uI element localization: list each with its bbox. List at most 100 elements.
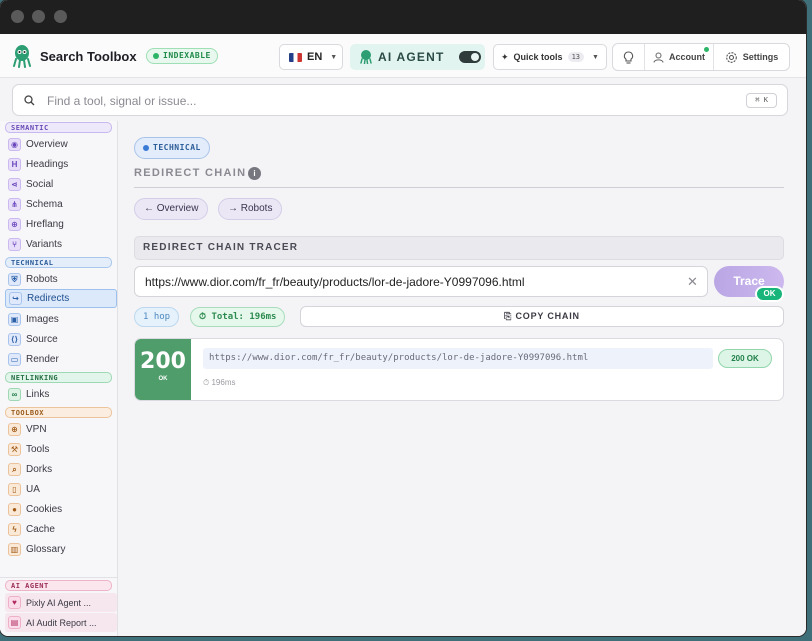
account-button[interactable]: Account xyxy=(645,44,714,70)
sidebar-item-label: Pixly AI Agent ... xyxy=(26,597,92,608)
sidebar-item-links[interactable]: ∞ Links xyxy=(5,385,117,404)
prev-overview-button[interactable]: ← Overview xyxy=(134,198,209,220)
octopus-logo-icon xyxy=(13,45,31,68)
octopus-icon xyxy=(360,50,372,64)
main-content: TECHNICAL REDIRECT CHAIN i ← Overview → … xyxy=(119,121,806,636)
ai-agent-switch[interactable] xyxy=(458,51,481,63)
ai-agent-toggle[interactable]: AI AGENT xyxy=(350,44,485,70)
sidebar-item-label: Cache xyxy=(26,524,55,535)
sidebar-item-label: UA xyxy=(26,484,40,495)
sidebar-item-label: Links xyxy=(26,389,50,400)
globe-icon: ⊕ xyxy=(8,423,21,436)
sidebar-item-cache[interactable]: ϟ Cache xyxy=(5,520,117,539)
sidebar-item-redirects[interactable]: ↪ Redirects xyxy=(5,289,117,308)
sidebar-item-label: AI Audit Report ... xyxy=(26,617,97,628)
sidebar-item-label: Robots xyxy=(26,274,58,285)
eye-icon: ◉ xyxy=(8,138,21,151)
ai-agent-label: AI AGENT xyxy=(378,50,445,64)
sidebar-item-label: Render xyxy=(26,354,59,365)
account-label: Account xyxy=(669,52,705,62)
quick-tools-label: Quick tools xyxy=(513,52,563,62)
info-icon[interactable]: i xyxy=(248,167,261,180)
sidebar-item-label: Tools xyxy=(26,444,50,455)
settings-button[interactable]: Settings xyxy=(714,44,789,70)
brand-name: Search Toolbox xyxy=(40,49,137,64)
panel-header: REDIRECT CHAIN TRACER xyxy=(134,236,784,260)
url-input[interactable] xyxy=(134,266,708,297)
book-icon: ▥ xyxy=(8,543,21,556)
hop-time-value: 196ms xyxy=(211,378,236,387)
branch-icon: ⑂ xyxy=(8,238,21,251)
heading-icon: H xyxy=(8,158,21,171)
sidebar-item-overview[interactable]: ◉ Overview xyxy=(5,135,117,154)
sparkle-icon: ✦ xyxy=(501,51,509,62)
clear-icon[interactable]: ✕ xyxy=(687,274,698,290)
global-search: ⌘ K xyxy=(12,84,788,116)
title-bar xyxy=(0,0,806,34)
sidebar-item-hreflang[interactable]: ⊕ Hreflang xyxy=(5,215,117,234)
status-code: 200 xyxy=(140,349,186,374)
sidebar-item-label: Dorks xyxy=(26,464,53,475)
sidebar-item-label: Schema xyxy=(26,199,63,210)
search-input[interactable] xyxy=(47,91,647,111)
hop-url[interactable]: https://www.dior.com/fr_fr/beauty/produc… xyxy=(203,348,713,369)
sidebar-item-images[interactable]: ▣ Images xyxy=(5,310,117,329)
search-icon xyxy=(24,95,35,106)
chevron-down-icon: ▼ xyxy=(330,53,338,61)
copy-chain-label: COPY CHAIN xyxy=(515,311,580,321)
schema-icon: ⋔ xyxy=(8,198,21,211)
sidebar-item-dorks[interactable]: ⌕ Dorks xyxy=(5,460,117,479)
redirect-icon: ↪ xyxy=(9,292,22,305)
title-divider xyxy=(134,187,784,188)
sidebar-item-label: Headings xyxy=(26,159,69,170)
monitor-icon: ▭ xyxy=(8,353,21,366)
sidebar-item-label: Social xyxy=(26,179,54,190)
sidebar-item-tools[interactable]: ⚒ Tools xyxy=(5,440,117,459)
sidebar-item-glossary[interactable]: ▥ Glossary xyxy=(5,540,117,559)
zoom-window-button[interactable] xyxy=(54,10,67,23)
sidebar-item-render[interactable]: ▭ Render xyxy=(5,350,117,369)
status-text: OK xyxy=(158,376,168,382)
sidebar-item-headings[interactable]: H Headings xyxy=(5,155,117,174)
sidebar-item-schema[interactable]: ⋔ Schema xyxy=(5,195,117,214)
section-ai-agent: AI AGENT xyxy=(5,580,112,591)
sidebar-item-pixly-ai-agent[interactable]: ♥ Pixly AI Agent ... xyxy=(5,593,117,612)
category-chip: TECHNICAL xyxy=(134,137,210,159)
code-icon: ⟨⟩ xyxy=(8,333,21,346)
minimize-window-button[interactable] xyxy=(32,10,45,23)
page-title: REDIRECT CHAIN xyxy=(134,167,247,179)
sidebar-item-ai-audit-report[interactable]: ▤ AI Audit Report ... xyxy=(5,613,117,632)
sidebar-item-ua[interactable]: ▯ UA xyxy=(5,480,117,499)
sidebar-item-label: Variants xyxy=(26,239,62,250)
language-selector[interactable]: EN ▼ xyxy=(279,44,343,70)
image-icon: ▣ xyxy=(8,313,21,326)
gear-icon xyxy=(725,51,737,63)
sidebar-item-vpn[interactable]: ⊕ VPN xyxy=(5,420,117,439)
sidebar-item-cookies[interactable]: ● Cookies xyxy=(5,500,117,519)
sidebar-item-variants[interactable]: ⑂ Variants xyxy=(5,235,117,254)
redirect-hop-card: 200 OK https://www.dior.com/fr_fr/beauty… xyxy=(134,338,784,401)
close-window-button[interactable] xyxy=(11,10,24,23)
link-icon: ∞ xyxy=(8,388,21,401)
uk-flag-icon xyxy=(289,52,302,62)
copy-chain-button[interactable]: ⎘ COPY CHAIN xyxy=(300,306,784,327)
section-netlinking: NETLINKING xyxy=(5,372,112,383)
next-robots-button[interactable]: → Robots xyxy=(218,198,283,220)
share-icon: ⋖ xyxy=(8,178,21,191)
sidebar-item-source[interactable]: ⟨⟩ Source xyxy=(5,330,117,349)
tips-button[interactable] xyxy=(613,44,645,70)
trace-status-badge: OK xyxy=(755,286,784,302)
hop-time: ⏱ 196ms xyxy=(203,378,236,387)
chevron-down-icon: ▼ xyxy=(592,53,599,61)
sidebar-item-label: Cookies xyxy=(26,504,63,515)
globe-icon: ⊕ xyxy=(8,218,21,231)
copy-icon: ⎘ xyxy=(504,311,516,321)
sidebar-item-social[interactable]: ⋖ Social xyxy=(5,175,117,194)
total-time-chip: ⏱ Total: 196ms xyxy=(190,307,286,327)
top-header: Search Toolbox INDEXABLE EN ▼ AI AGENT ✦… xyxy=(0,34,806,78)
shield-icon: ⛨ xyxy=(8,273,21,286)
indexable-badge: INDEXABLE xyxy=(146,48,218,64)
sidebar-item-robots[interactable]: ⛨ Robots xyxy=(5,270,117,289)
quick-tools-button[interactable]: ✦ Quick tools 13 ▼ xyxy=(493,44,607,70)
hop-count-chip: 1 hop xyxy=(134,307,180,327)
